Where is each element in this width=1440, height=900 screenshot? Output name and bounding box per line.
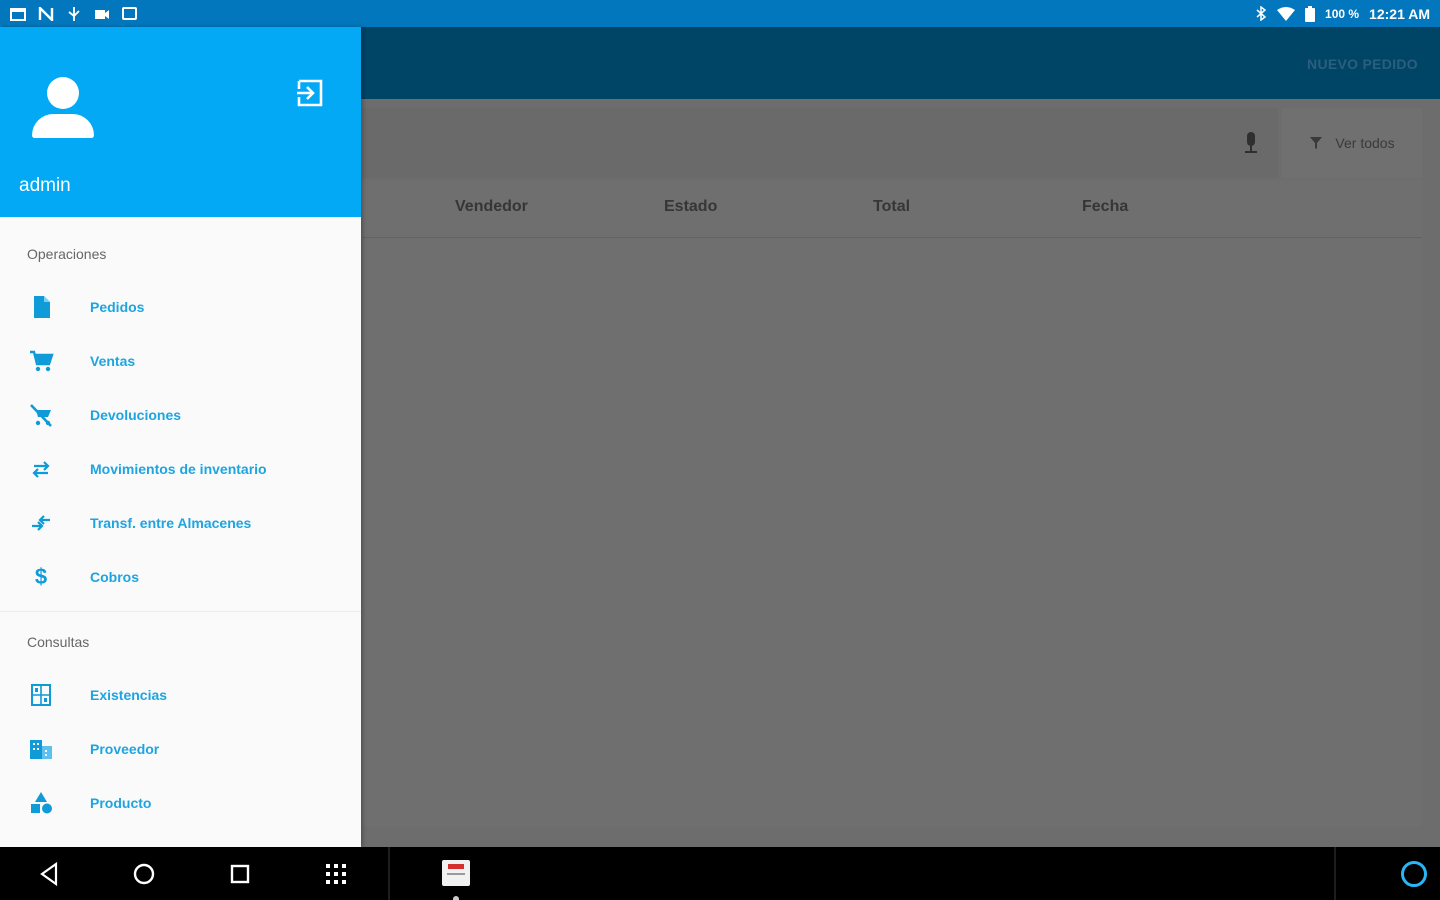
column-total[interactable]: Total [873, 198, 910, 216]
battery-icon [1305, 5, 1316, 22]
n-icon [38, 6, 54, 21]
drawer-item-label: Movimientos de inventario [90, 461, 267, 477]
search-bar[interactable] [362, 108, 1278, 178]
active-app-indicator [453, 896, 459, 900]
drawer-item-devoluciones[interactable]: Devoluciones [0, 388, 361, 442]
navigation-drawer: admin Operaciones Pedidos Ventas Devoluc… [0, 27, 361, 847]
drawer-item-transferencias[interactable]: Transf. entre Almacenes [0, 496, 361, 550]
drawer-item-label: Proveedor [90, 741, 160, 757]
shapes-icon [31, 792, 52, 814]
app-thumbnail-icon[interactable] [442, 860, 470, 886]
home-icon[interactable] [130, 860, 158, 888]
status-bar-left-icons [10, 6, 137, 21]
column-vendedor[interactable]: Vendedor [455, 198, 528, 216]
nav-separator [1334, 847, 1336, 900]
system-nav-bar [0, 847, 1440, 900]
transfer-icon [32, 515, 50, 531]
drawer-item-movimientos[interactable]: Movimientos de inventario [0, 442, 361, 496]
box-icon [122, 7, 137, 20]
section-divider [0, 611, 361, 612]
cart-icon [30, 350, 54, 372]
column-fecha[interactable]: Fecha [1082, 198, 1128, 216]
calendar-icon [10, 7, 26, 21]
mic-icon[interactable] [1240, 132, 1262, 156]
drawer-item-proveedor[interactable]: Proveedor [0, 722, 361, 776]
usb-icon [68, 6, 80, 21]
apps-grid-icon[interactable] [322, 860, 350, 888]
ver-todos-label: Ver todos [1335, 135, 1395, 151]
drawer-item-pedidos[interactable]: Pedidos [0, 280, 361, 334]
drawer-item-producto[interactable]: Producto [0, 776, 361, 830]
section-operaciones: Operaciones [27, 246, 107, 262]
nav-separator [388, 847, 390, 900]
clock: 12:21 AM [1369, 5, 1430, 22]
logout-icon[interactable] [295, 78, 325, 108]
drawer-item-ventas[interactable]: Ventas [0, 334, 361, 388]
section-consultas: Consultas [27, 634, 90, 650]
column-estado[interactable]: Estado [664, 198, 717, 216]
document-icon [34, 296, 50, 318]
drawer-item-label: Transf. entre Almacenes [90, 515, 252, 531]
swap-icon [32, 461, 50, 478]
drawer-item-cobros[interactable]: $ Cobros [0, 550, 361, 604]
recents-icon[interactable] [226, 860, 254, 888]
back-icon[interactable] [36, 860, 64, 888]
wifi-icon [1277, 6, 1296, 21]
status-bar-right: 100 % 12:21 AM [1255, 5, 1430, 22]
drawer-item-label: Producto [90, 795, 152, 811]
drawer-item-label: Ventas [90, 353, 136, 369]
battery-percent: 100 % [1325, 6, 1360, 21]
filter-icon [1310, 137, 1323, 149]
avatar [30, 77, 96, 143]
dollar-icon: $ [34, 564, 48, 589]
drawer-item-existencias[interactable]: Existencias [0, 668, 361, 722]
orders-table [362, 180, 1422, 827]
assistant-icon[interactable] [1401, 861, 1427, 887]
username: admin [19, 175, 71, 196]
drawer-item-label: Cobros [90, 569, 139, 585]
nuevo-pedido-button[interactable]: NUEVO PEDIDO [1307, 56, 1418, 72]
ver-todos-button[interactable]: Ver todos [1282, 108, 1422, 178]
inventory-icon [31, 684, 51, 706]
cart-off-icon [30, 404, 52, 427]
status-bar: 100 % 12:21 AM [0, 0, 1440, 27]
drawer-item-label: Devoluciones [90, 407, 182, 423]
drawer-item-label: Pedidos [90, 299, 145, 315]
drawer-header: admin [0, 27, 361, 217]
drawer-item-label: Existencias [90, 687, 168, 703]
video-icon [95, 9, 109, 19]
bluetooth-icon [1256, 6, 1267, 21]
building-icon [30, 740, 52, 759]
